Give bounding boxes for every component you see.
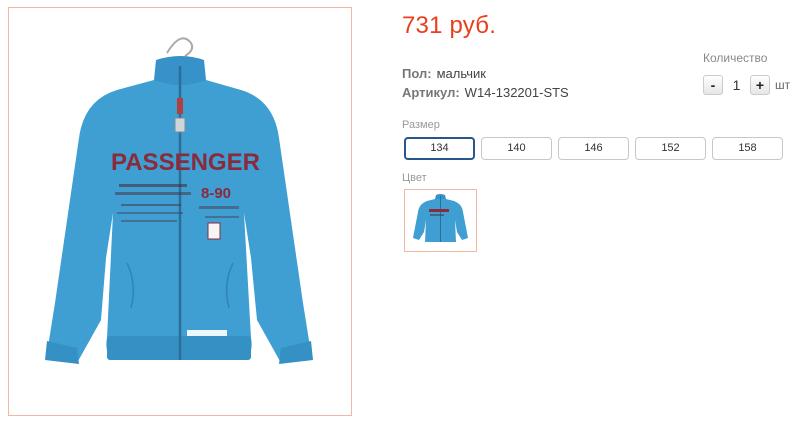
property-gender: Пол: мальчик bbox=[402, 64, 569, 83]
size-option-140[interactable]: 140 bbox=[481, 137, 552, 160]
size-option-146[interactable]: 146 bbox=[558, 137, 629, 160]
quantity-input[interactable]: 1 bbox=[723, 77, 750, 93]
quantity-unit: шт bbox=[775, 78, 791, 92]
size-option-152[interactable]: 152 bbox=[635, 137, 706, 160]
print-number: 8-90 bbox=[201, 185, 231, 202]
size-option-158[interactable]: 158 bbox=[712, 137, 783, 160]
quantity-stepper: - 1 + шт bbox=[703, 74, 790, 96]
sweatshirt-image: PASSENGER 8-90 bbox=[45, 37, 313, 364]
product-properties: Пол: мальчик Артикул: W14-132201-STS bbox=[402, 64, 569, 102]
color-swatch-blue[interactable] bbox=[404, 189, 477, 252]
product-main-image[interactable]: PASSENGER 8-90 bbox=[8, 7, 352, 416]
size-label: Размер bbox=[402, 119, 440, 131]
quantity-increase-button[interactable]: + bbox=[750, 75, 770, 95]
size-option-134[interactable]: 134 bbox=[404, 137, 475, 160]
print-text: PASSENGER bbox=[111, 149, 260, 176]
product-price: 731 руб. bbox=[402, 12, 497, 39]
color-label: Цвет bbox=[402, 172, 427, 184]
property-value: мальчик bbox=[436, 66, 486, 81]
sweatshirt-thumbnail-icon bbox=[413, 194, 468, 242]
property-key: Пол: bbox=[402, 66, 432, 81]
property-key: Артикул: bbox=[402, 85, 460, 100]
property-value: W14-132201-STS bbox=[464, 85, 569, 100]
quantity-label: Количество bbox=[703, 51, 768, 65]
quantity-decrease-button[interactable]: - bbox=[703, 75, 723, 95]
property-sku: Артикул: W14-132201-STS bbox=[402, 83, 569, 102]
size-options: 134 140 146 152 158 bbox=[404, 137, 789, 160]
